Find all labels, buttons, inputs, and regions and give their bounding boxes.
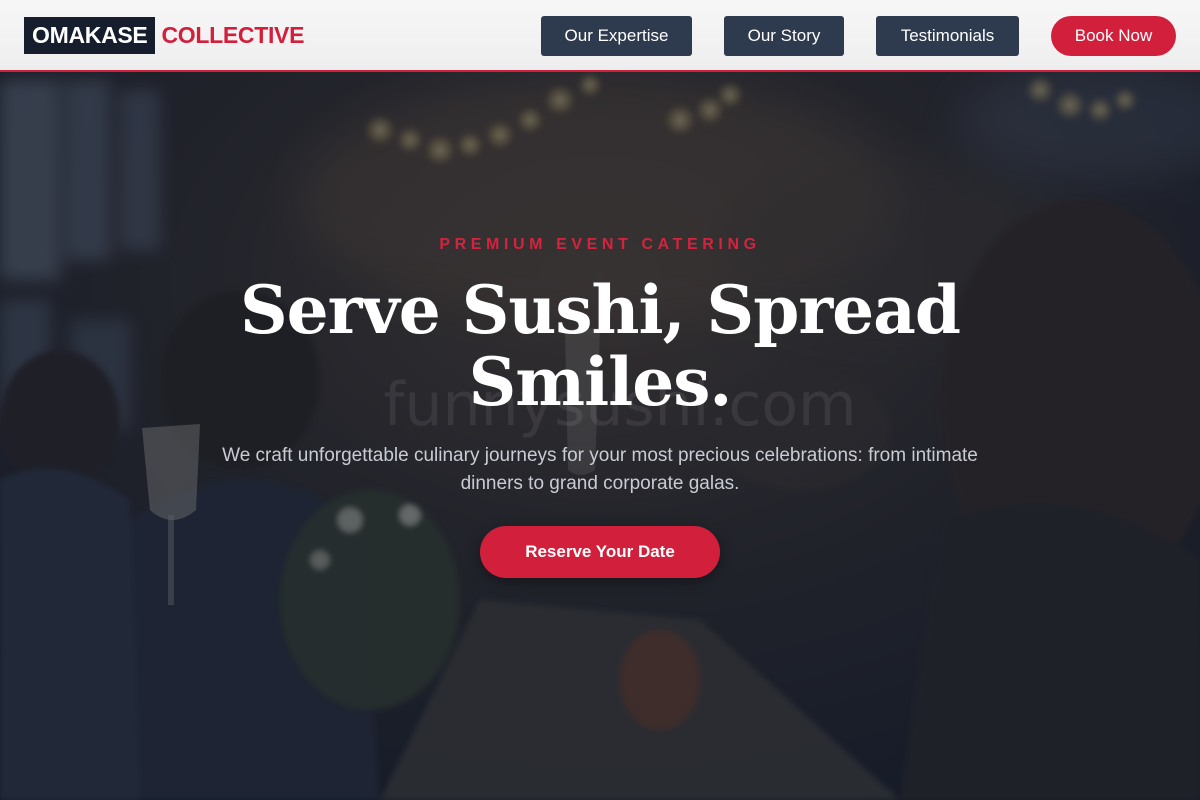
- site-header: OMAKASE COLLECTIVE Our Expertise Our Sto…: [0, 0, 1200, 72]
- book-now-button[interactable]: Book Now: [1051, 16, 1176, 56]
- hero-headline: Serve Sushi, Spread Smiles.: [200, 274, 1000, 418]
- hero-eyebrow: PREMIUM EVENT CATERING: [439, 236, 761, 253]
- hero-headline-line-2: Smiles.: [468, 343, 733, 421]
- logo-primary-text: OMAKASE: [24, 17, 156, 54]
- hero-headline-line-1: Serve Sushi, Spread: [239, 271, 961, 349]
- hero-subtitle-line-2: dinners to grand corporate galas.: [460, 473, 740, 494]
- nav-testimonials[interactable]: Testimonials: [876, 16, 1019, 56]
- reserve-your-date-button[interactable]: Reserve Your Date: [480, 526, 720, 578]
- brand-logo[interactable]: OMAKASE COLLECTIVE: [24, 17, 304, 54]
- nav-our-expertise[interactable]: Our Expertise: [541, 16, 692, 56]
- logo-secondary-text: COLLECTIVE: [161, 22, 305, 48]
- nav-our-story[interactable]: Our Story: [724, 16, 844, 56]
- hero-subtitle: We craft unforgettable culinary journeys…: [170, 442, 1030, 498]
- hero-subtitle-line-1: We craft unforgettable culinary journeys…: [222, 445, 978, 466]
